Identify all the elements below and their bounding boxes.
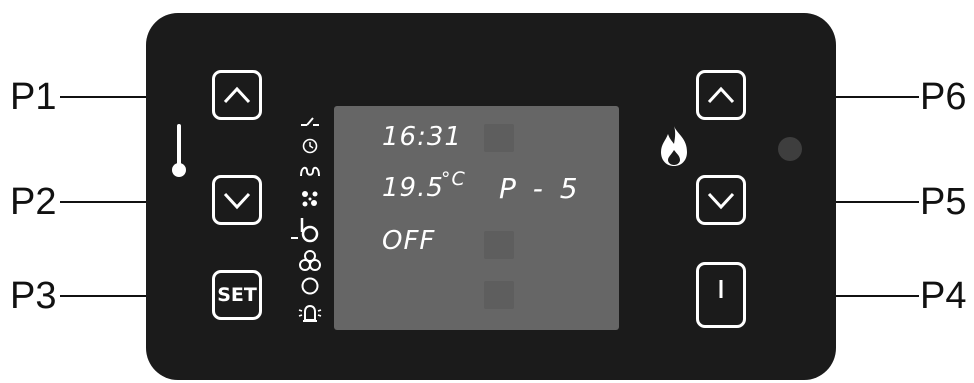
clock-icon	[302, 138, 318, 154]
label-p1: P1	[10, 76, 57, 118]
fan-speed-icon	[302, 191, 318, 207]
label-p4: P4	[920, 275, 967, 317]
inactive-segment	[484, 231, 514, 259]
label-p5: P5	[920, 181, 967, 223]
power-icon	[719, 280, 723, 298]
set-button[interactable]: SET	[212, 270, 262, 320]
inactive-segment	[484, 124, 514, 152]
display-status: OFF	[382, 226, 436, 256]
display-time: 16:31	[382, 122, 462, 152]
power-button[interactable]	[696, 262, 746, 328]
water-tap-icon	[291, 218, 319, 243]
flame-icon	[661, 126, 687, 166]
chevron-up-icon	[707, 86, 735, 104]
chevron-down-icon	[707, 192, 735, 210]
display-temperature-unit: °C	[441, 168, 466, 190]
indicator-led	[778, 137, 802, 161]
switch-icon	[301, 117, 319, 126]
temperature-down-button[interactable]	[212, 175, 262, 225]
set-button-label: SET	[217, 284, 257, 306]
label-p2: P2	[10, 181, 57, 223]
heater-coil-icon	[300, 166, 320, 177]
temperature-up-button[interactable]	[212, 70, 262, 120]
thermometer-icon	[172, 124, 186, 177]
lcd-display	[334, 106, 619, 330]
label-p6: P6	[920, 76, 967, 118]
circle-icon	[301, 277, 319, 295]
fan-icon	[299, 250, 321, 271]
display-program: P - 5	[499, 172, 582, 205]
up-button[interactable]	[696, 70, 746, 120]
inactive-segment	[484, 281, 514, 309]
chevron-down-icon	[223, 192, 251, 210]
label-p3: P3	[10, 275, 57, 317]
chevron-up-icon	[223, 86, 251, 104]
down-button[interactable]	[696, 175, 746, 225]
alarm-bell-icon	[298, 304, 322, 322]
display-temperature: 19.5	[382, 173, 444, 203]
